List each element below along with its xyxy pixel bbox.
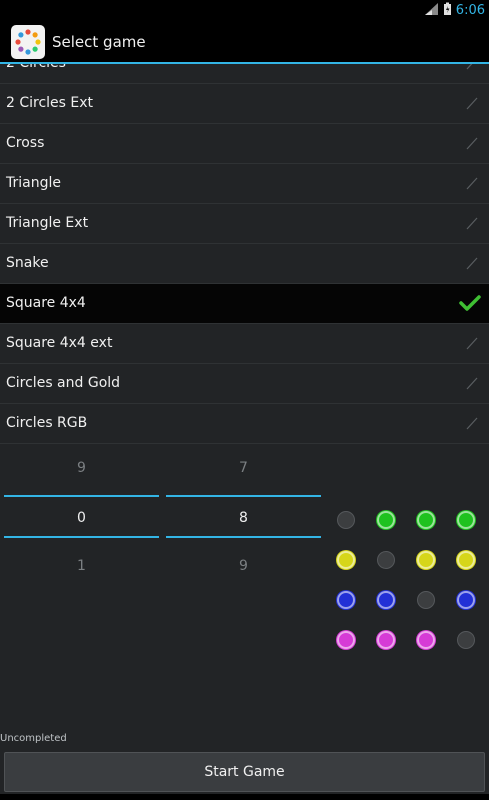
preview-dot-green (377, 511, 395, 529)
app-icon-dot (25, 49, 31, 55)
game-list-item-label: Circles and Gold (6, 375, 121, 391)
app-icon-dot (35, 39, 41, 45)
game-list-item[interactable]: Square 4x4 ext (0, 324, 489, 364)
game-list-item-label: Triangle (6, 175, 61, 191)
start-game-button[interactable]: Start Game (4, 752, 485, 792)
game-list-item-label: Circles RGB (6, 415, 88, 431)
game-list-item[interactable]: Triangle (0, 164, 489, 204)
game-list-item-label: Square 4x4 ext (6, 335, 113, 351)
app-icon-dot (32, 32, 38, 38)
app-icon-dot (15, 39, 21, 45)
picker-2-next-value[interactable]: 9 (166, 558, 321, 574)
game-list-item[interactable]: Circles RGB (0, 404, 489, 444)
checkmark-unchecked-icon[interactable] (459, 212, 481, 234)
game-list-item[interactable]: Square 4x4 (0, 284, 489, 324)
game-list-item-label: 2 Circles (6, 64, 66, 71)
checkmark-unchecked-icon[interactable] (459, 252, 481, 274)
checkmark-unchecked-icon[interactable] (459, 92, 481, 114)
preview-dot-blue (377, 591, 395, 609)
preview-dot-blue (337, 591, 355, 609)
app-icon-dot (18, 32, 24, 38)
game-list-item[interactable]: Circles and Gold (0, 364, 489, 404)
preview-dot-magenta (337, 631, 355, 649)
picker-2-bottom-divider (166, 536, 321, 538)
preview-dot-gray (337, 511, 355, 529)
preview-dot-magenta (377, 631, 395, 649)
page-title: Select game (52, 33, 146, 51)
preview-dot-green (417, 511, 435, 529)
checkmark-unchecked-icon[interactable] (459, 172, 481, 194)
app-icon-dot (25, 29, 31, 35)
preview-dot-gray (377, 551, 395, 569)
game-list-item-label: 2 Circles Ext (6, 95, 94, 111)
game-list-item-label: Triangle Ext (6, 215, 89, 231)
preview-dot-blue (457, 591, 475, 609)
picker-2-current-value[interactable]: 8 (166, 510, 321, 526)
app-icon[interactable] (11, 25, 45, 59)
checkmark-unchecked-icon[interactable] (459, 132, 481, 154)
picker-2-top-divider (166, 495, 321, 497)
picker-2-prev-value[interactable]: 7 (166, 460, 321, 476)
game-list-item[interactable]: Snake (0, 244, 489, 284)
checkmark-unchecked-icon[interactable] (459, 372, 481, 394)
app-icon-dot (18, 46, 24, 52)
game-list-item-label: Cross (6, 135, 45, 151)
checkmark-unchecked-icon[interactable] (459, 64, 481, 74)
preview-dot-gray (457, 631, 475, 649)
clock-time: 6:06 (455, 2, 485, 18)
game-list-item-label: Snake (6, 255, 49, 271)
checkmark-unchecked-icon[interactable] (459, 332, 481, 354)
picker-1-next-value[interactable]: 1 (4, 558, 159, 574)
status-bar: 6:06 (0, 0, 489, 20)
game-list-item[interactable]: 2 Circles (0, 64, 489, 84)
completion-status: Uncompleted (0, 733, 67, 744)
signal-icon (423, 1, 439, 20)
preview-dot-magenta (417, 631, 435, 649)
picker-1-prev-value[interactable]: 9 (4, 460, 159, 476)
game-list-item[interactable]: Cross (0, 124, 489, 164)
picker-1-top-divider (4, 495, 159, 497)
status-icons: 6:06 (423, 1, 485, 20)
action-bar: Select game (0, 20, 489, 64)
preview-dot-gray (417, 591, 435, 609)
checkmark-checked-icon[interactable] (459, 292, 481, 314)
game-list-item[interactable]: Triangle Ext (0, 204, 489, 244)
picker-1-bottom-divider (4, 536, 159, 538)
game-list-item[interactable]: 2 Circles Ext (0, 84, 489, 124)
navigation-bar (0, 794, 489, 800)
preview-dot-green (457, 511, 475, 529)
app-icon-dot (32, 46, 38, 52)
checkmark-unchecked-icon[interactable] (459, 412, 481, 434)
game-list[interactable]: 2 Circles 2 Circles Ext Cross Triangle Trian… (0, 64, 489, 444)
game-list-item-label: Square 4x4 (6, 295, 86, 311)
preview-dot-yellow (457, 551, 475, 569)
battery-icon (443, 1, 452, 20)
preview-dot-yellow (337, 551, 355, 569)
preview-dot-yellow (417, 551, 435, 569)
picker-1-current-value[interactable]: 0 (4, 510, 159, 526)
